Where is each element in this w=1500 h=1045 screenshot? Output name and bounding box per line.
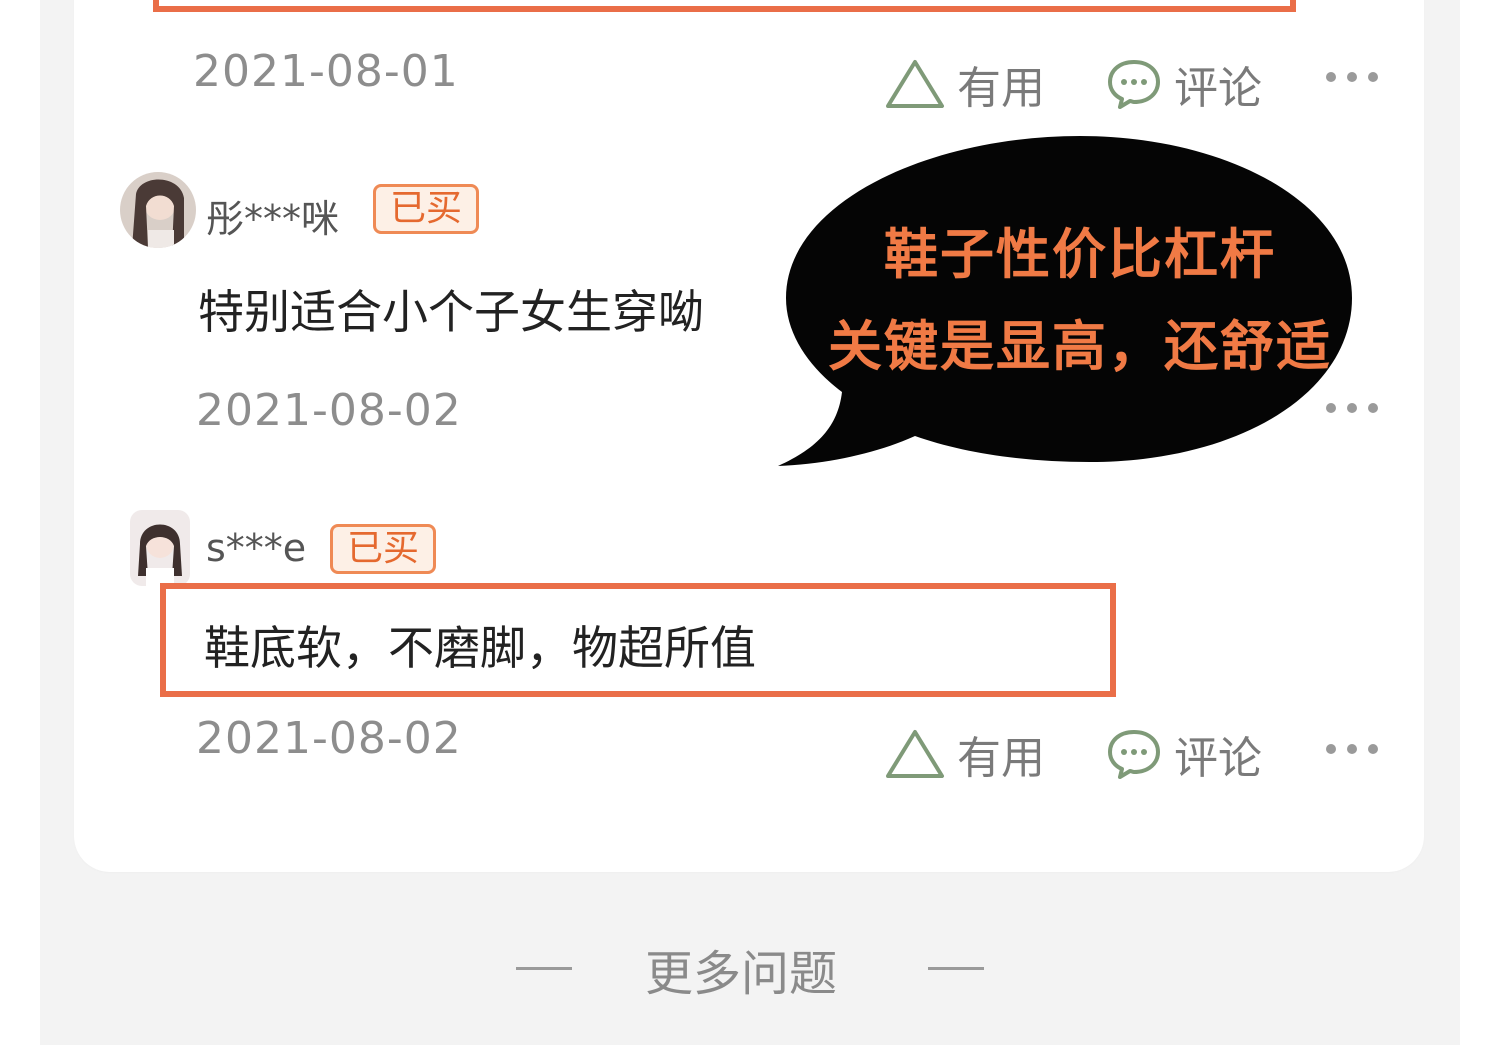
divider-dash-left [516, 967, 572, 970]
comment-button[interactable]: 评论 [1106, 52, 1262, 116]
divider-dash-right [928, 967, 984, 970]
useful-label: 有用 [957, 63, 1045, 114]
comment-button[interactable]: 评论 [1106, 722, 1262, 786]
review-date: 2021-08-01 [193, 46, 459, 97]
comment-label: 评论 [1174, 733, 1262, 784]
callout-line-1: 鞋子性价比杠杆 [884, 223, 1276, 286]
review-text: 鞋底软，不磨脚，物超所值 [204, 621, 756, 675]
more-dots-icon[interactable] [1326, 72, 1380, 84]
triangle-up-icon [886, 730, 944, 778]
useful-label: 有用 [957, 733, 1045, 784]
review-page: 2021-08-01 有用 评论 彤***咪 已买 特别适合小个子女生穿呦 20… [0, 0, 1500, 1045]
purchased-badge: 已买 [330, 524, 437, 574]
username: 彤***咪 [206, 197, 340, 241]
comment-bubble-icon [1108, 730, 1160, 779]
triangle-up-icon [886, 60, 944, 108]
review-date: 2021-08-02 [196, 713, 462, 764]
callout-line-2: 关键是显高，还舒适 [828, 315, 1332, 378]
review-date: 2021-08-02 [196, 385, 462, 436]
speech-bubble-callout: 鞋子性价比杠杆 关键是显高，还舒适 [770, 130, 1370, 475]
username: s***e [206, 526, 307, 570]
highlight-box-previous [153, 0, 1296, 12]
more-dots-icon[interactable] [1326, 744, 1380, 756]
avatar [130, 510, 190, 586]
useful-button[interactable]: 有用 [885, 722, 1045, 786]
comment-label: 评论 [1174, 63, 1262, 114]
purchased-badge: 已买 [373, 184, 480, 234]
more-questions-label: 更多问题 [645, 946, 838, 1002]
review-text: 特别适合小个子女生穿呦 [198, 285, 704, 339]
avatar [120, 172, 196, 248]
comment-bubble-icon [1108, 60, 1160, 109]
more-questions-link[interactable]: 更多问题 [0, 930, 1500, 1010]
useful-button[interactable]: 有用 [885, 52, 1045, 116]
